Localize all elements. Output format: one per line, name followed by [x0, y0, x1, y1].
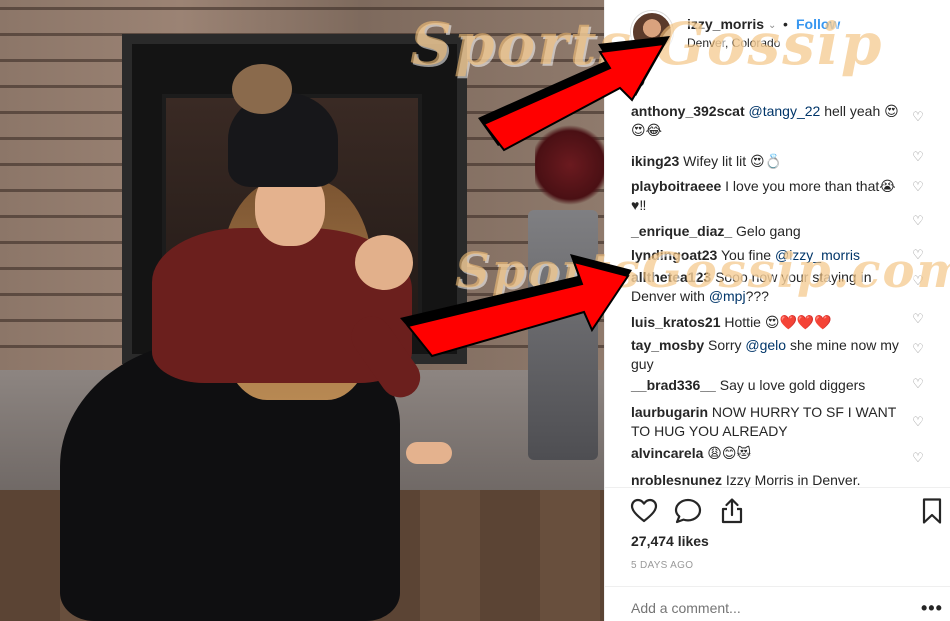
- comment-like-heart-icon[interactable]: ♡: [911, 377, 925, 391]
- comment-text: Gelo gang: [736, 223, 801, 239]
- post-header: izzy_morris ⌄ • Follow Denver, Colorado: [605, 0, 950, 62]
- post-location[interactable]: Denver, Colorado: [687, 36, 780, 50]
- comment-username[interactable]: laurbugarin: [631, 404, 708, 420]
- comment-item: alvincarela 😩😊😻: [631, 444, 901, 463]
- comment-username[interactable]: iking23: [631, 153, 679, 169]
- decor-lantern: [528, 210, 598, 460]
- more-options-icon[interactable]: •••: [921, 598, 943, 619]
- comment-like-heart-icon[interactable]: ♡: [911, 342, 925, 356]
- comment-username[interactable]: __brad336__: [631, 377, 716, 393]
- comment-username[interactable]: luis_kratos21: [631, 314, 721, 330]
- comment-like-heart-icon[interactable]: ♡: [911, 415, 925, 429]
- comments-list[interactable]: 😁 anthony_392scat @tangy_22 hell yeah 😍😍…: [605, 62, 950, 487]
- comment-username[interactable]: playboitraeee: [631, 178, 721, 194]
- follow-button[interactable]: Follow: [796, 16, 840, 32]
- comment-like-heart-icon[interactable]: ♡: [911, 248, 925, 262]
- comment-like-heart-icon[interactable]: ♡: [911, 274, 925, 288]
- comment-text: Say u love gold diggers: [719, 377, 866, 393]
- comment-item: playboitraeee I love you more than that😭…: [631, 177, 901, 215]
- comment-username[interactable]: tay_mosby: [631, 337, 704, 353]
- comment-item: lyndingoat23 You fine @izzy_morris: [631, 246, 901, 265]
- comment-item: iking23 Wifey lit lit 😍💍: [631, 152, 901, 171]
- divider: [605, 586, 950, 587]
- person-shoulder: [355, 235, 413, 290]
- comment-text: Hottie 😍❤️❤️❤️: [724, 314, 832, 330]
- comment-username[interactable]: allthetea123: [631, 269, 711, 285]
- author-username[interactable]: izzy_morris: [687, 16, 764, 32]
- post-photo[interactable]: [0, 0, 604, 621]
- add-comment-input[interactable]: [631, 600, 911, 616]
- share-icon[interactable]: [717, 496, 747, 526]
- comment-item: nroblesnunez Izzy Morris in Denver.: [631, 471, 901, 487]
- comment-text: Sorry: [708, 337, 746, 353]
- comment-item: luis_kratos21 Hottie 😍❤️❤️❤️: [631, 313, 901, 332]
- heart-icon[interactable]: [629, 496, 659, 526]
- comment-username[interactable]: nroblesnunez: [631, 472, 722, 487]
- decor-plant: [535, 120, 604, 210]
- comment-item: __brad336__ Say u love gold diggers: [631, 376, 901, 395]
- comment-like-heart-icon[interactable]: ♡: [911, 180, 925, 194]
- comment-like-heart-icon[interactable]: ♡: [911, 312, 925, 326]
- comment-like-heart-icon[interactable]: ♡: [911, 451, 925, 465]
- mention-link[interactable]: @mpj: [709, 288, 746, 304]
- comment-like-heart-icon[interactable]: ♡: [911, 214, 925, 228]
- comment-username[interactable]: anthony_392scat: [631, 103, 745, 119]
- post-timestamp[interactable]: 5 DAYS AGO: [631, 560, 693, 571]
- avatar[interactable]: [631, 11, 673, 53]
- likes-count[interactable]: 27,474 likes: [631, 533, 709, 549]
- separator-dot: •: [783, 16, 788, 32]
- comment-text: You fine: [721, 247, 775, 263]
- comment-username[interactable]: lyndingoat23: [631, 247, 717, 263]
- mention-link[interactable]: @tangy_22: [749, 103, 821, 119]
- chevron-down-icon: ⌄: [768, 20, 777, 31]
- comment-username[interactable]: alvincarela: [631, 445, 703, 461]
- divider: [605, 487, 950, 488]
- action-bar: [605, 492, 950, 532]
- comment-item: anthony_392scat @tangy_22 hell yeah 😍😍😂: [631, 102, 901, 140]
- person-hand: [406, 442, 452, 464]
- partial-comment: 😁: [631, 73, 646, 89]
- comment-like-heart-icon[interactable]: ♡: [911, 110, 925, 124]
- comment-item: tay_mosby Sorry @gelo she mine now my gu…: [631, 336, 901, 374]
- bookmark-icon[interactable]: [917, 496, 947, 526]
- comment-text: Wifey lit lit 😍💍: [683, 153, 783, 169]
- mention-link[interactable]: @izzy_morris: [775, 247, 860, 263]
- comment-like-heart-icon[interactable]: ♡: [911, 150, 925, 164]
- mention-link[interactable]: @gelo: [745, 337, 786, 353]
- comment-text: ???: [745, 288, 769, 304]
- comment-text: 😩😊😻: [707, 445, 752, 461]
- comment-icon[interactable]: [673, 496, 703, 526]
- comment-item: laurbugarin NOW HURRY TO SF I WANT TO HU…: [631, 403, 901, 441]
- post-sidebar: izzy_morris ⌄ • Follow Denver, Colorado …: [604, 0, 950, 621]
- comment-item: _enrique_diaz_ Gelo gang: [631, 222, 901, 241]
- beanie-pom: [232, 64, 292, 114]
- comment-username[interactable]: _enrique_diaz_: [631, 223, 732, 239]
- comment-text: Izzy Morris in Denver.: [725, 472, 861, 487]
- comment-item: allthetea123 Sooo now your staying in De…: [631, 268, 901, 306]
